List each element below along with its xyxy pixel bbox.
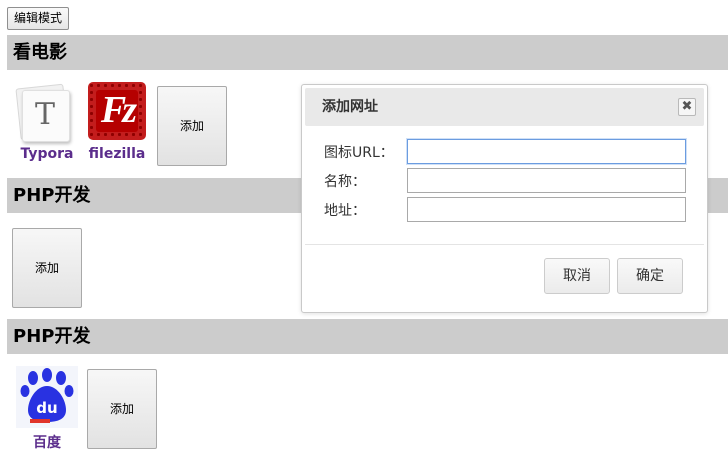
bookmark-label: filezilla: [88, 146, 146, 162]
address-input[interactable]: [407, 197, 686, 222]
bookmark-label: Typora: [20, 146, 74, 162]
section-header-movies: 看电影: [7, 35, 728, 70]
dialog-divider: [305, 244, 704, 245]
cancel-button[interactable]: 取消: [544, 258, 610, 294]
typora-icon: T: [15, 82, 78, 144]
add-bookmark-button[interactable]: 添加: [12, 228, 82, 308]
dialog-title: 添加网址: [322, 99, 378, 115]
name-input[interactable]: [407, 168, 686, 193]
bookmark-typora[interactable]: T Typora: [15, 82, 78, 162]
edit-mode-button[interactable]: 编辑模式: [7, 7, 70, 30]
add-url-dialog: 添加网址 ✖ 图标URL： 名称： 地址： 取消 确定: [301, 84, 708, 313]
add-bookmark-button[interactable]: 添加: [157, 86, 227, 166]
add-bookmark-button[interactable]: 添加: [87, 369, 157, 449]
section-header-php-2: PHP开发: [7, 319, 728, 354]
bookmark-filezilla[interactable]: Fz filezilla: [86, 80, 148, 162]
name-label: 名称：: [324, 174, 366, 190]
icon-url-label: 图标URL：: [324, 145, 394, 161]
baidu-icon: du: [16, 366, 78, 428]
bookmark-baidu[interactable]: du 百度: [16, 366, 78, 452]
address-label: 地址：: [324, 203, 366, 219]
bookmark-label: 百度: [33, 435, 61, 451]
confirm-button[interactable]: 确定: [617, 258, 683, 294]
svg-text:du: du: [36, 399, 57, 417]
icon-url-input[interactable]: [407, 139, 686, 164]
dialog-header: 添加网址 ✖: [305, 88, 704, 126]
close-icon[interactable]: ✖: [678, 98, 696, 116]
filezilla-icon: Fz: [86, 80, 148, 142]
